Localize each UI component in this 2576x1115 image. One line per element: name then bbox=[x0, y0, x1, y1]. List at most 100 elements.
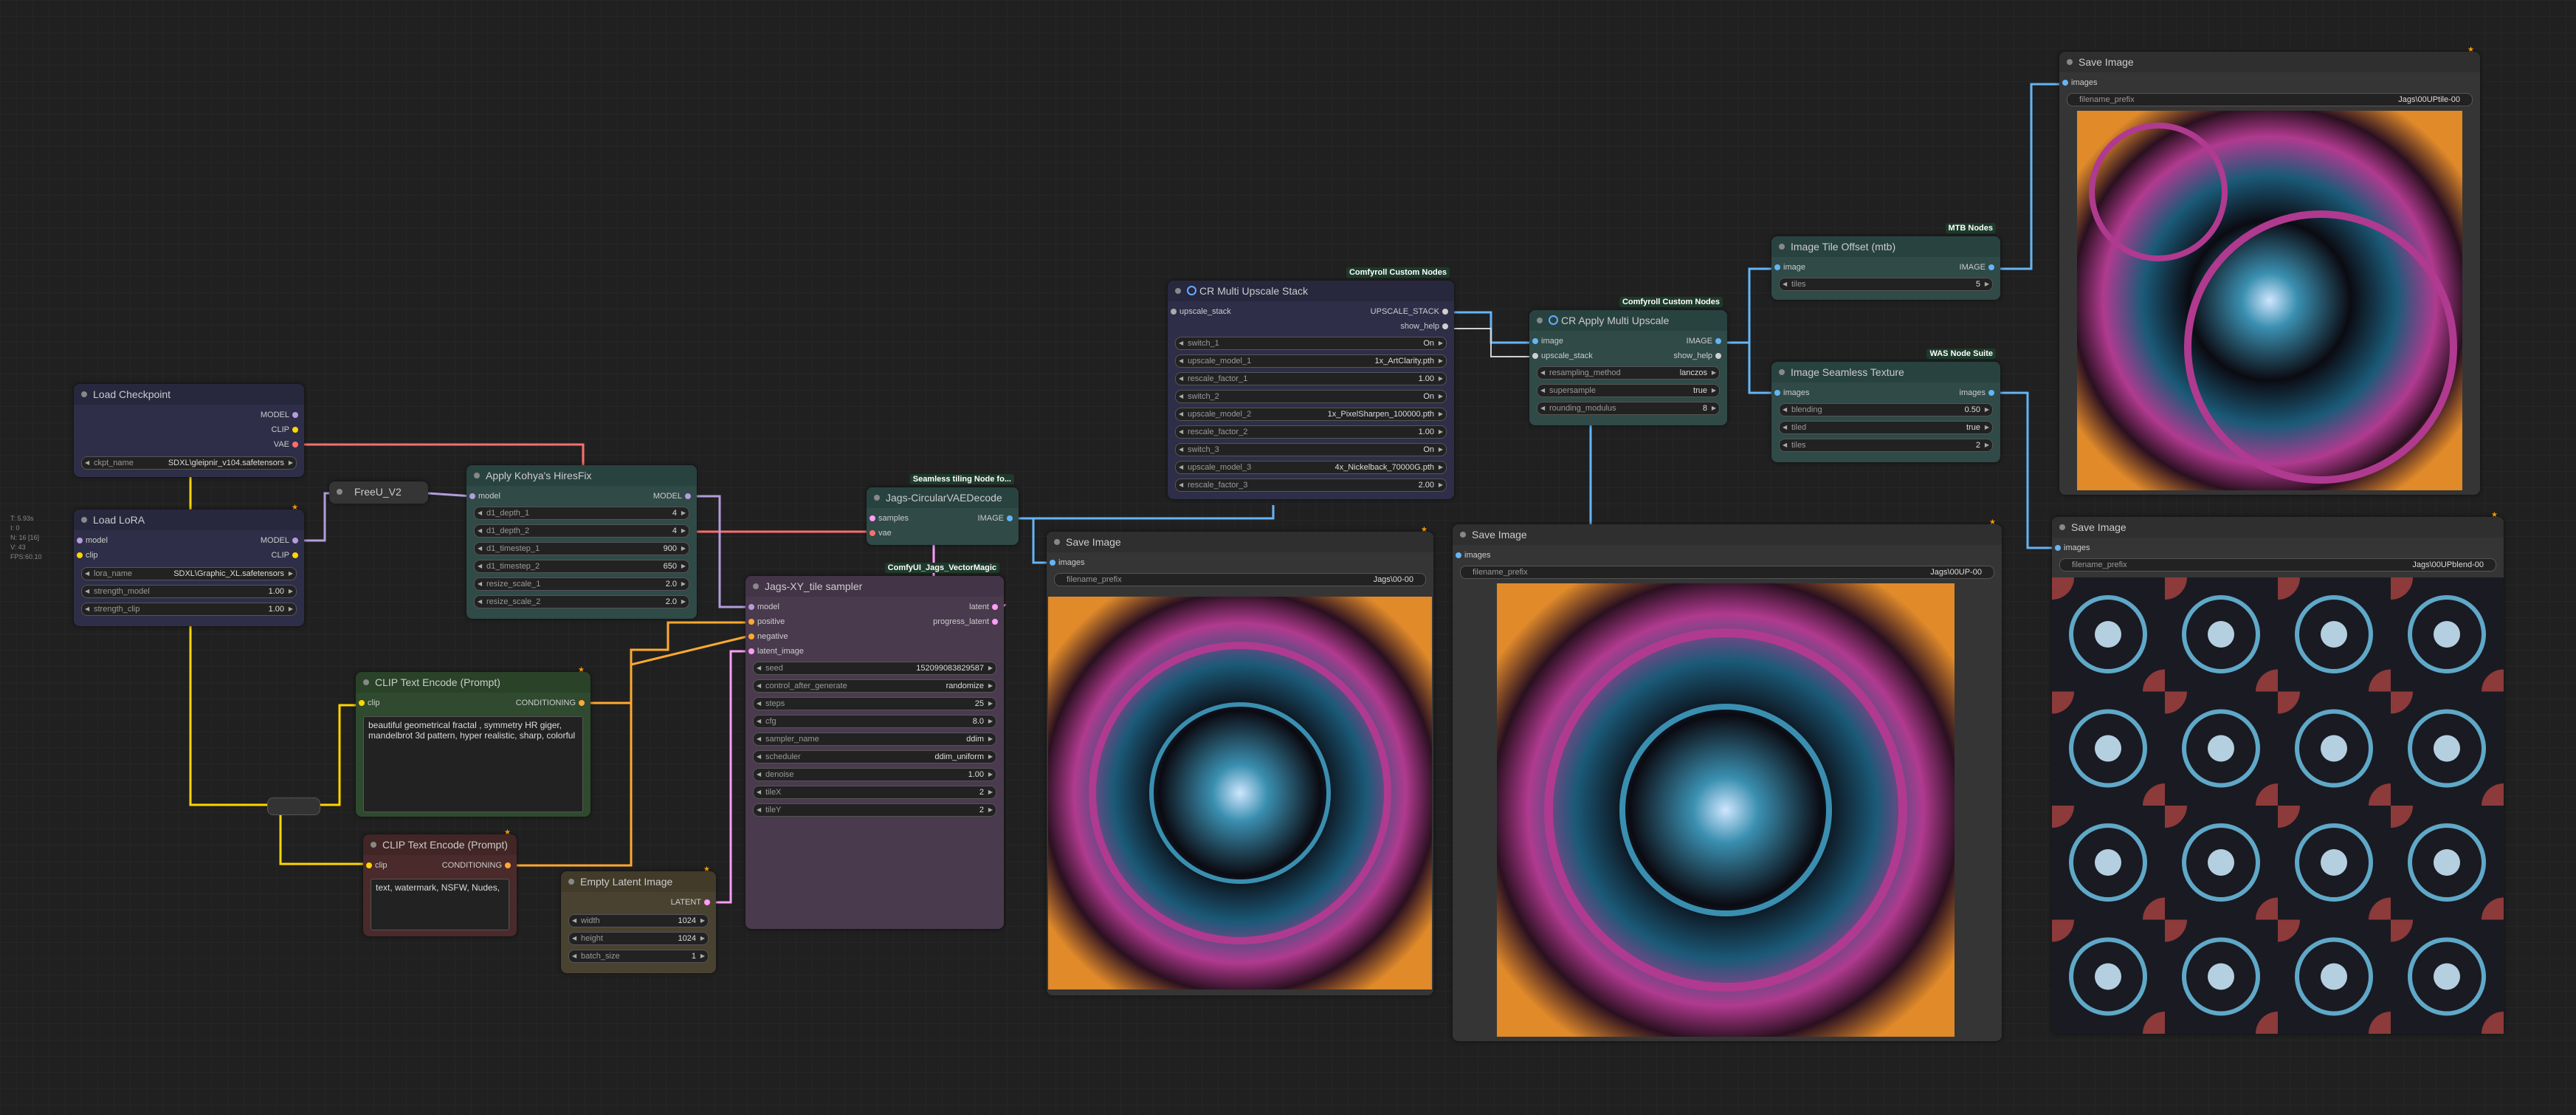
node-title[interactable]: Save Image bbox=[1047, 532, 1433, 552]
widget-batch-size[interactable]: batch_size 1 bbox=[568, 950, 709, 963]
widget-steps[interactable]: steps 25 bbox=[753, 697, 996, 710]
widget-sampler-name[interactable]: sampler_name ddim bbox=[753, 733, 996, 746]
widget-width[interactable]: width 1024 bbox=[568, 914, 709, 927]
reroute-node[interactable] bbox=[267, 797, 320, 815]
widget-d1-depth-2[interactable]: d1_depth_2 4 bbox=[474, 524, 689, 538]
input-model[interactable]: model bbox=[466, 492, 500, 501]
node-title[interactable]: Image Seamless Texture bbox=[1771, 362, 2000, 382]
node-load-lora[interactable]: ★ Load LoRA model clip MODEL CLIP lora_n… bbox=[74, 504, 304, 626]
node-freeu[interactable]: FreeU_V2 bbox=[329, 481, 428, 504]
socket-icon[interactable] bbox=[359, 700, 365, 706]
output-clip[interactable]: CLIP bbox=[272, 425, 301, 434]
input-vae[interactable]: vae bbox=[867, 529, 892, 538]
widget-rescale-factor-2[interactable]: rescale_factor_2 1.00 bbox=[1175, 425, 1447, 439]
socket-icon[interactable] bbox=[1774, 390, 1780, 396]
widget-rounding-modulus[interactable]: rounding_modulus 8 bbox=[1537, 402, 1720, 415]
node-title[interactable]: Apply Kohya's HiresFix bbox=[466, 465, 697, 486]
image-preview[interactable] bbox=[2077, 111, 2462, 490]
socket-icon[interactable] bbox=[748, 619, 754, 625]
widget-resize-scale-2[interactable]: resize_scale_2 2.0 bbox=[474, 595, 689, 608]
input-clip[interactable]: clip bbox=[356, 699, 380, 707]
node-title[interactable]: CLIP Text Encode (Prompt) bbox=[363, 834, 517, 855]
output-show-help[interactable]: show_help bbox=[1673, 351, 1724, 360]
socket-icon[interactable] bbox=[748, 634, 754, 639]
output-image[interactable]: IMAGE bbox=[978, 514, 1016, 523]
node-title[interactable]: Load Checkpoint bbox=[74, 384, 304, 405]
output-vae[interactable]: VAE bbox=[274, 440, 301, 449]
node-title[interactable]: Save Image bbox=[2059, 52, 2480, 72]
input-samples[interactable]: samples bbox=[867, 514, 909, 523]
node-clip-negative[interactable]: ★ CLIP Text Encode (Prompt) clip CONDITI… bbox=[363, 828, 517, 936]
node-save-image-1[interactable]: ★ Save Image images filename_prefix Jags\… bbox=[1047, 526, 1433, 995]
input-upscale-stack[interactable]: upscale_stack bbox=[1529, 351, 1593, 360]
socket-icon[interactable] bbox=[748, 604, 754, 610]
widget-ckpt-name[interactable]: ckpt_name SDXL\gleipnir_v104.safetensors bbox=[81, 456, 297, 470]
node-save-image-4[interactable]: ★ Save Image images filename_prefix Jags\… bbox=[2052, 511, 2504, 1034]
input-image[interactable]: image bbox=[1529, 337, 1563, 346]
socket-icon[interactable] bbox=[704, 899, 710, 905]
node-title[interactable]: Load LoRA bbox=[74, 510, 304, 530]
widget-d1-depth-1[interactable]: d1_depth_1 4 bbox=[474, 507, 689, 520]
socket-icon[interactable] bbox=[992, 619, 998, 625]
output-show-help[interactable]: show_help bbox=[1400, 322, 1451, 331]
socket-icon[interactable] bbox=[292, 412, 298, 418]
input-upscale-stack[interactable]: upscale_stack bbox=[1168, 307, 1231, 316]
output-conditioning[interactable]: CONDITIONING bbox=[442, 861, 514, 870]
widget-control-after-generate[interactable]: control_after_generate randomize bbox=[753, 679, 996, 693]
node-title[interactable]: CLIP Text Encode (Prompt) bbox=[356, 672, 590, 693]
widget-height[interactable]: height 1024 bbox=[568, 932, 709, 945]
widget-tiles[interactable]: tiles 2 bbox=[1779, 439, 1993, 452]
socket-icon[interactable] bbox=[1442, 309, 1448, 315]
node-hiresfix[interactable]: Apply Kohya's HiresFix model MODEL d1_de… bbox=[466, 465, 697, 619]
node-xy-sampler[interactable]: ComfyUI_Jags_VectorMagic Jags-XY_tile sa… bbox=[745, 563, 1004, 929]
node-title[interactable]: Save Image bbox=[2052, 517, 2504, 538]
node-clip-positive[interactable]: ★ CLIP Text Encode (Prompt) clip CONDITI… bbox=[356, 666, 590, 817]
socket-icon[interactable] bbox=[1988, 390, 1994, 396]
widget-rescale-factor-3[interactable]: rescale_factor_3 2.00 bbox=[1175, 478, 1447, 492]
widget-rescale-factor-1[interactable]: rescale_factor_1 1.00 bbox=[1175, 372, 1447, 385]
output-upscale-stack[interactable]: UPSCALE_STACK bbox=[1371, 307, 1451, 316]
image-preview[interactable] bbox=[1497, 583, 1955, 1037]
input-images[interactable]: images bbox=[2052, 543, 2090, 552]
node-title[interactable]: Jags-CircularVAEDecode bbox=[867, 487, 1019, 508]
widget-tiled[interactable]: tiled true bbox=[1779, 421, 1993, 434]
widget-lora-name[interactable]: lora_name SDXL\Graphic_XL.safetensors bbox=[81, 567, 297, 580]
socket-icon[interactable] bbox=[1171, 309, 1177, 315]
input-clip[interactable]: clip bbox=[363, 861, 388, 870]
socket-icon[interactable] bbox=[1988, 264, 1994, 270]
node-title[interactable]: CR Apply Multi Upscale bbox=[1529, 310, 1727, 331]
socket-icon[interactable] bbox=[1715, 353, 1721, 359]
output-progress-latent[interactable]: progress_latent bbox=[933, 617, 1001, 626]
input-positive[interactable]: positive bbox=[745, 617, 785, 626]
widget-tiles[interactable]: tiles 5 bbox=[1779, 278, 1993, 291]
widget-strength-clip[interactable]: strength_clip 1.00 bbox=[81, 603, 297, 616]
node-title[interactable]: Save Image bbox=[1453, 524, 2002, 545]
node-title[interactable]: Empty Latent Image bbox=[561, 871, 716, 892]
node-vae-decode[interactable]: Seamless tiling Node fo... Jags-Circular… bbox=[867, 474, 1019, 545]
image-preview[interactable] bbox=[1048, 597, 1432, 989]
input-images[interactable]: images bbox=[2059, 78, 2097, 87]
socket-icon[interactable] bbox=[1442, 323, 1448, 329]
socket-icon[interactable] bbox=[1532, 353, 1538, 359]
socket-icon[interactable] bbox=[292, 427, 298, 433]
widget-supersample[interactable]: supersample true bbox=[1537, 384, 1720, 397]
node-tile-offset[interactable]: MTB Nodes Image Tile Offset (mtb) image … bbox=[1771, 223, 2000, 300]
widget-switch-1[interactable]: switch_1 On bbox=[1175, 337, 1447, 350]
prompt-textarea[interactable]: text, watermark, NSFW, Nudes, bbox=[371, 879, 509, 930]
input-model[interactable]: model bbox=[745, 603, 779, 611]
socket-icon[interactable] bbox=[292, 538, 298, 543]
widget-d1-timestep-1[interactable]: d1_timestep_1 900 bbox=[474, 542, 689, 555]
widget-d1-timestep-2[interactable]: d1_timestep_2 650 bbox=[474, 560, 689, 573]
socket-icon[interactable] bbox=[2055, 545, 2061, 551]
socket-icon[interactable] bbox=[1007, 515, 1013, 521]
widget-seed[interactable]: seed 152099083829587 bbox=[753, 662, 996, 675]
output-conditioning[interactable]: CONDITIONING bbox=[516, 699, 588, 707]
output-latent[interactable]: latent bbox=[969, 603, 1001, 611]
input-images[interactable]: images bbox=[1047, 558, 1084, 567]
socket-icon[interactable] bbox=[1456, 552, 1461, 558]
widget-tiley[interactable]: tileY 2 bbox=[753, 803, 996, 817]
widget-switch-2[interactable]: switch_2 On bbox=[1175, 390, 1447, 403]
output-clip[interactable]: CLIP bbox=[272, 551, 301, 560]
node-seamless-texture[interactable]: WAS Node Suite Image Seamless Texture im… bbox=[1771, 349, 2000, 462]
widget-scheduler[interactable]: scheduler ddim_uniform bbox=[753, 750, 996, 764]
